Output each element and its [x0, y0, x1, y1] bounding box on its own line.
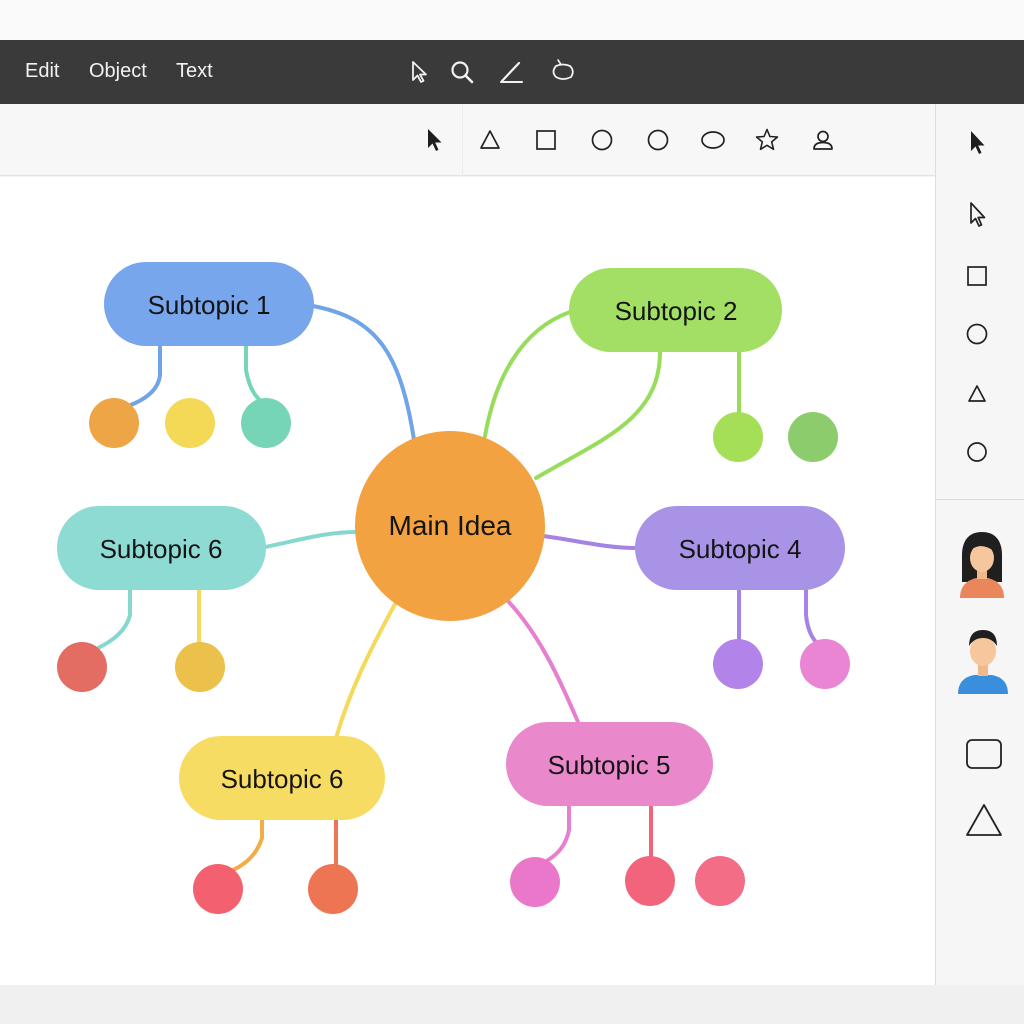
leaf-node[interactable] — [788, 412, 838, 462]
mind-map: Subtopic 1 Subtopic 2 Subtopic 4 Subtopi… — [57, 262, 850, 914]
pointer-icon[interactable] — [403, 57, 433, 87]
star-icon[interactable] — [754, 127, 780, 153]
leaf-connector — [804, 588, 820, 646]
subtopic-node-6-left[interactable]: Subtopic 6 — [57, 506, 266, 590]
subtopic-node-1[interactable]: Subtopic 1 — [104, 262, 314, 346]
sidebar-divider — [936, 499, 1024, 500]
shape-toolbar — [0, 104, 935, 176]
toolbar-separator — [462, 104, 463, 176]
lasso-icon[interactable] — [548, 57, 578, 87]
square-icon[interactable] — [963, 262, 991, 290]
leaf-node[interactable] — [175, 642, 225, 692]
leaf-node[interactable] — [241, 398, 291, 448]
subtopic-node-6-bottom[interactable]: Subtopic 6 — [179, 736, 385, 820]
select-arrow-icon[interactable] — [421, 127, 447, 153]
leaf-node[interactable] — [57, 642, 107, 692]
subtopic-node-4[interactable]: Subtopic 4 — [635, 506, 845, 590]
pointer-icon[interactable] — [963, 200, 991, 228]
leaf-node[interactable] — [510, 857, 560, 907]
circle-icon[interactable] — [589, 127, 615, 153]
subtopic-label: Subtopic 5 — [548, 750, 671, 780]
man-avatar-icon[interactable] — [954, 622, 1012, 694]
subtopic-label: Subtopic 6 — [221, 764, 344, 794]
leaf-node[interactable] — [193, 864, 243, 914]
select-arrow-icon[interactable] — [963, 128, 991, 156]
connector-subtopic-2 — [483, 310, 572, 438]
right-tool-panel — [935, 104, 1024, 985]
zoom-icon[interactable] — [447, 57, 477, 87]
circle-icon[interactable] — [645, 127, 671, 153]
connector-subtopic-5 — [505, 598, 580, 724]
leaf-node[interactable] — [800, 639, 850, 689]
leaf-connector — [244, 344, 264, 404]
leaf-connector — [96, 588, 132, 650]
subtopic-node-2[interactable]: Subtopic 2 — [569, 268, 782, 352]
connector-subtopic-6-left — [263, 530, 359, 549]
leaf-node[interactable] — [713, 412, 763, 462]
triangle-icon[interactable] — [477, 127, 503, 153]
pen-icon[interactable] — [496, 57, 526, 87]
main-idea-label: Main Idea — [389, 510, 512, 541]
menu-object[interactable]: Object — [89, 60, 147, 83]
leaf-connector — [231, 818, 264, 872]
circle-icon[interactable] — [963, 320, 991, 348]
subtopic-label: Subtopic 2 — [615, 296, 738, 326]
person-icon[interactable] — [810, 127, 836, 153]
subtopic-node-5[interactable]: Subtopic 5 — [506, 722, 713, 806]
triangle-icon[interactable] — [963, 380, 991, 408]
woman-avatar-icon[interactable] — [954, 528, 1010, 598]
window-top-strip — [0, 0, 1024, 40]
connector-subtopic-4 — [541, 534, 638, 550]
leaf-connector — [546, 803, 571, 862]
leaf-node[interactable] — [89, 398, 139, 448]
app-window: Edit Object Text Subtopic 1 Subtopic 2 S… — [0, 0, 1024, 1024]
leaf-node[interactable] — [308, 864, 358, 914]
subtopic-label: Subtopic 6 — [100, 534, 223, 564]
main-idea-node[interactable]: Main Idea — [355, 431, 545, 621]
connector-subtopic-2-secondary — [534, 350, 662, 480]
leaf-node[interactable] — [165, 398, 215, 448]
window-bottom-strip — [0, 985, 1024, 1024]
ellipse-icon[interactable] — [700, 127, 726, 153]
triangle-icon[interactable] — [964, 802, 1004, 838]
connector-subtopic-6-bottom — [334, 602, 397, 740]
leaf-node[interactable] — [625, 856, 675, 906]
leaf-node[interactable] — [695, 856, 745, 906]
canvas[interactable]: Subtopic 1 Subtopic 2 Subtopic 4 Subtopi… — [0, 177, 935, 985]
connector-subtopic-1 — [311, 304, 416, 442]
leaf-node[interactable] — [713, 639, 763, 689]
circle-icon[interactable] — [963, 438, 991, 466]
subtopic-label: Subtopic 1 — [148, 290, 271, 320]
square-icon[interactable] — [533, 127, 559, 153]
leaf-connector — [126, 344, 162, 408]
menu-edit[interactable]: Edit — [25, 60, 59, 83]
subtopic-label: Subtopic 4 — [679, 534, 802, 564]
rounded-rect-icon[interactable] — [965, 738, 1003, 770]
menubar: Edit Object Text — [0, 40, 1024, 104]
menu-text[interactable]: Text — [176, 60, 213, 83]
